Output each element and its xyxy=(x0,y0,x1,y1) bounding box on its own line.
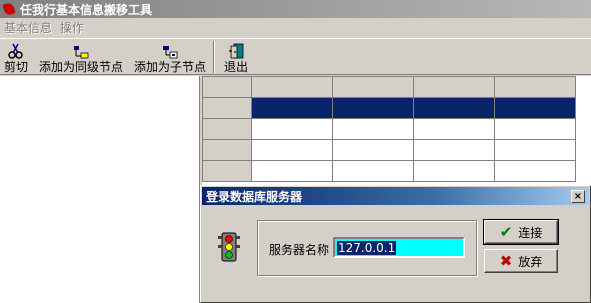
grid-cell[interactable] xyxy=(494,139,576,161)
add-sibling-label: 添加为同级节点 xyxy=(38,60,123,74)
add-sibling-node-icon xyxy=(74,46,89,59)
dialog-title: 登录数据库服务器 xyxy=(206,189,303,204)
add-sibling-button[interactable]: 添加为同级节点 xyxy=(36,40,126,74)
exit-door-icon xyxy=(229,43,244,59)
grid-column-header[interactable] xyxy=(251,76,333,98)
menubar: 基本信息 操作 xyxy=(0,18,591,37)
grid-cell[interactable] xyxy=(332,97,414,119)
grid-corner-cell xyxy=(202,76,252,98)
grid-cell[interactable] xyxy=(413,139,495,161)
data-grid[interactable] xyxy=(202,76,591,186)
grid-cell[interactable] xyxy=(332,160,414,182)
grid-row-header[interactable] xyxy=(202,160,252,182)
grid-cell[interactable] xyxy=(251,118,333,140)
exit-label: 退出 xyxy=(223,60,248,74)
grid-cell[interactable] xyxy=(332,118,414,140)
grid-cell[interactable] xyxy=(413,160,495,182)
cut-button[interactable]: 剪切 xyxy=(2,40,30,74)
menu-basic-info[interactable]: 基本信息 xyxy=(0,19,56,36)
grid-row[interactable] xyxy=(202,118,576,140)
toolbar: 剪切 添加为同级节点 添加为子节点 退出 xyxy=(0,38,591,75)
grid-header-row xyxy=(202,76,576,98)
toolbar-separator xyxy=(213,41,215,73)
grid-cell[interactable] xyxy=(494,160,576,182)
connect-button[interactable]: ✔ 连接 xyxy=(483,219,559,245)
app-icon xyxy=(2,2,16,16)
menu-operation[interactable]: 操作 xyxy=(56,19,88,36)
scissors-icon xyxy=(8,43,23,59)
cancel-button[interactable]: ✖ 放弃 xyxy=(484,249,558,273)
add-child-node-icon xyxy=(163,46,178,59)
grid-row-header[interactable] xyxy=(202,139,252,161)
grid-row-selected[interactable] xyxy=(202,97,576,119)
checkmark-icon: ✔ xyxy=(499,222,513,241)
grid-column-header[interactable] xyxy=(494,76,576,98)
grid-cell[interactable] xyxy=(494,118,576,140)
grid-cell[interactable] xyxy=(413,97,495,119)
grid-cell[interactable] xyxy=(413,118,495,140)
server-name-value: 127.0.0.1 xyxy=(337,241,397,255)
login-dialog: 登录数据库服务器 × 服务器名称 127.0.0.1 ✔ 连接 ✖ 放弃 xyxy=(200,185,591,303)
close-icon: × xyxy=(573,190,583,202)
window-titlebar: 任我行基本信息搬移工具 xyxy=(0,0,591,18)
grid-row-header[interactable] xyxy=(202,118,252,140)
tree-view[interactable] xyxy=(0,76,200,303)
traffic-light-icon xyxy=(218,232,240,262)
add-child-button[interactable]: 添加为子节点 xyxy=(132,40,208,74)
exit-button[interactable]: 退出 xyxy=(221,40,251,74)
cancel-label: 放弃 xyxy=(518,254,543,269)
grid-column-header[interactable] xyxy=(332,76,414,98)
grid-row[interactable] xyxy=(202,160,576,182)
grid-cell[interactable] xyxy=(251,160,333,182)
cut-label: 剪切 xyxy=(3,60,28,74)
server-name-input[interactable]: 127.0.0.1 xyxy=(333,237,465,258)
server-name-label: 服务器名称 xyxy=(269,243,330,257)
grid-row-header[interactable] xyxy=(202,97,252,119)
window-title: 任我行基本信息搬移工具 xyxy=(20,2,153,17)
grid-column-header[interactable] xyxy=(413,76,495,98)
connect-label: 连接 xyxy=(518,225,543,240)
grid-row[interactable] xyxy=(202,139,576,161)
grid-cell[interactable] xyxy=(251,97,333,119)
cross-icon: ✖ xyxy=(499,251,513,270)
grid-cell[interactable] xyxy=(332,139,414,161)
dialog-titlebar: 登录数据库服务器 xyxy=(202,187,589,205)
add-child-label: 添加为子节点 xyxy=(133,60,206,74)
grid-cell[interactable] xyxy=(251,139,333,161)
dialog-close-button[interactable]: × xyxy=(571,190,585,203)
grid-cell[interactable] xyxy=(494,97,576,119)
